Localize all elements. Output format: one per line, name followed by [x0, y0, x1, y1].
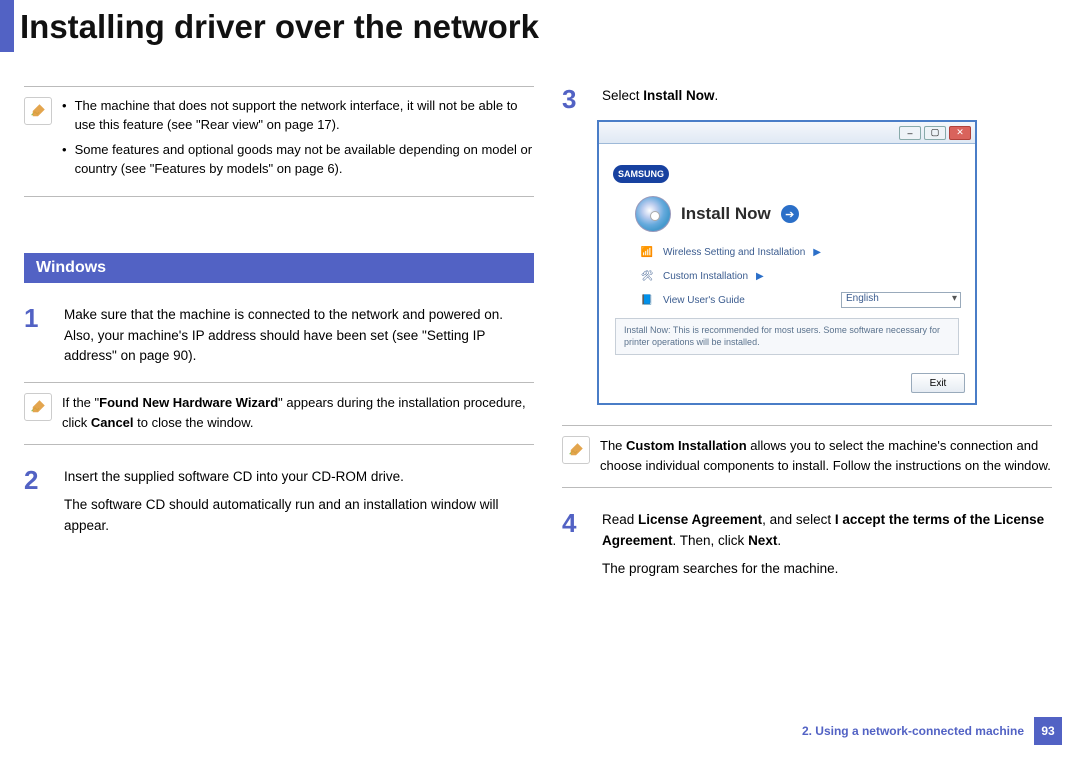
step-2-p2: The software CD should automatically run… — [64, 495, 534, 536]
installer-logo-row: SAMSUNG — [613, 156, 961, 192]
title-bar: Installing driver over the network — [0, 0, 1080, 52]
step-1-number: 1 — [24, 305, 46, 366]
view-guide-row[interactable]: 📘 View User's Guide English — [639, 292, 961, 308]
maximize-button[interactable]: ▢ — [924, 126, 946, 140]
note-icon — [24, 393, 52, 421]
step-2: 2 Insert the supplied software CD into y… — [24, 467, 534, 544]
cd-icon — [635, 196, 671, 232]
step-4-number: 4 — [562, 510, 584, 587]
chevron-right-icon: ▶ — [813, 247, 821, 258]
samsung-logo: SAMSUNG — [613, 165, 669, 183]
right-column: 3 Select Install Now. – ▢ ✕ SAMSUNG Inst… — [562, 86, 1052, 603]
chevron-right-icon: ▶ — [756, 271, 764, 282]
step-3: 3 Select Install Now. — [562, 86, 1052, 112]
arrow-right-icon: ➔ — [781, 205, 799, 223]
guide-icon: 📘 — [639, 292, 655, 308]
wireless-setting-row[interactable]: 📶 Wireless Setting and Installation ▶ — [639, 244, 961, 260]
top-note: The machine that does not support the ne… — [24, 86, 534, 197]
custom-installation-row[interactable]: 🛠 Custom Installation ▶ — [639, 268, 961, 284]
wireless-icon: 📶 — [639, 244, 655, 260]
note-icon — [562, 436, 590, 464]
section-heading-windows: Windows — [24, 253, 534, 283]
page-number: 93 — [1034, 717, 1062, 745]
step-3-number: 3 — [562, 86, 584, 112]
footer-chapter: 2. Using a network-connected machine — [802, 724, 1024, 738]
step-4-p2: The program searches for the machine. — [602, 559, 1052, 579]
exit-button[interactable]: Exit — [911, 373, 965, 393]
step-3-note: The Custom Installation allows you to se… — [562, 425, 1052, 488]
note-bullet-1: The machine that does not support the ne… — [75, 97, 534, 135]
installer-titlebar: – ▢ ✕ — [599, 122, 975, 144]
install-now-label: Install Now — [681, 204, 771, 224]
step-1-text: Make sure that the machine is connected … — [64, 305, 534, 366]
minimize-button[interactable]: – — [899, 126, 921, 140]
installer-window: – ▢ ✕ SAMSUNG Install Now ➔ 📶 Wireless S… — [597, 120, 977, 405]
step-4: 4 Read License Agreement, and select I a… — [562, 510, 1052, 587]
custom-install-icon: 🛠 — [639, 268, 655, 284]
title-accent — [0, 0, 14, 52]
step-2-number: 2 — [24, 467, 46, 544]
install-now-row[interactable]: Install Now ➔ — [635, 196, 961, 232]
close-button[interactable]: ✕ — [949, 126, 971, 140]
step-2-p1: Insert the supplied software CD into you… — [64, 467, 534, 487]
note-icon — [24, 97, 52, 125]
installer-description: Install Now: This is recommended for mos… — [615, 318, 959, 355]
note-bullet-2: Some features and optional goods may not… — [75, 141, 534, 179]
step-1-note: If the "Found New Hardware Wizard" appea… — [24, 382, 534, 445]
language-select[interactable]: English — [841, 292, 961, 308]
page-footer: 2. Using a network-connected machine 93 — [802, 717, 1062, 745]
left-column: The machine that does not support the ne… — [24, 86, 534, 603]
page-title: Installing driver over the network — [14, 0, 539, 52]
step-1: 1 Make sure that the machine is connecte… — [24, 305, 534, 366]
